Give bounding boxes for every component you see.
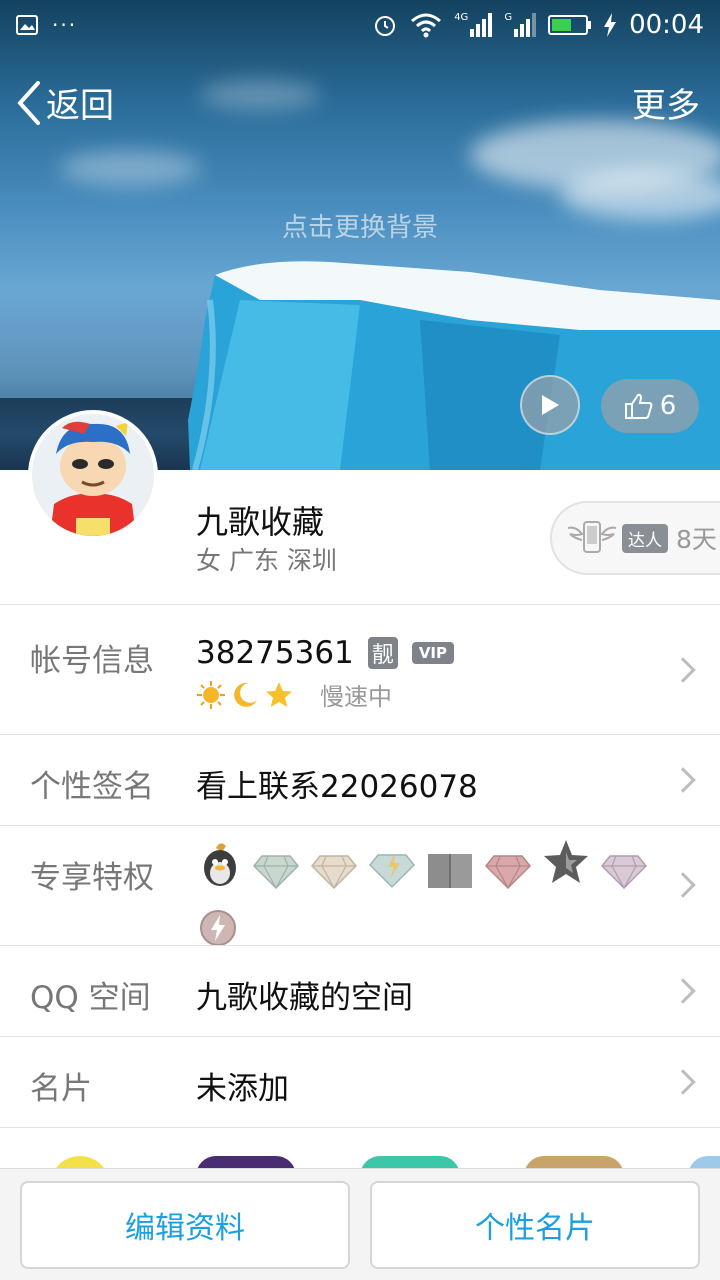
qzone-label: QQ 空间 [30, 980, 151, 1016]
thumbs-up-icon [624, 393, 653, 419]
bottom-action-bar: 编辑资料 个性名片 [0, 1168, 720, 1280]
image-notification-icon [16, 15, 38, 35]
diamond-purple-icon [600, 855, 648, 890]
diamond-lightning-icon [368, 853, 416, 889]
speed-status: 慢速中 [320, 683, 392, 711]
more-button[interactable]: 更多 [632, 78, 700, 127]
winged-phone-icon [567, 521, 617, 553]
book-icon [428, 854, 472, 888]
diamond-pink-icon [484, 855, 532, 890]
status-time: 00:04 [629, 10, 704, 40]
chevron-left-icon [17, 80, 40, 125]
chevron-right-icon [670, 978, 696, 1004]
play-icon [542, 395, 559, 415]
change-background-hint[interactable]: 点击更换背景 [0, 207, 720, 244]
signal-icon-sim2: G [504, 13, 537, 37]
chevron-right-icon [670, 657, 696, 683]
signature-label: 个性签名 [30, 769, 154, 805]
avatar-cartoon-image [32, 414, 154, 536]
signature-row[interactable]: 个性签名 看上联系22026078 [0, 734, 720, 825]
chevron-right-icon [670, 872, 696, 898]
sun-icon [197, 680, 225, 709]
play-button[interactable] [520, 375, 580, 435]
moon-icon [234, 682, 257, 707]
back-label: 返回 [46, 86, 114, 126]
talent-badge-button[interactable]: 达人 8天 [550, 501, 720, 575]
liang-badge: 靓 [367, 637, 398, 669]
privileges-row[interactable]: 专享特权 [0, 825, 720, 946]
alarm-icon [375, 16, 396, 36]
chevron-right-icon [670, 767, 696, 793]
talent-label: 达人 [622, 523, 668, 553]
charging-icon [604, 13, 617, 37]
diamond-green-icon [252, 855, 300, 890]
talent-days: 8天 [676, 525, 717, 554]
personal-card-button[interactable]: 个性名片 [370, 1181, 700, 1269]
more-notifications-icon: ··· [52, 13, 78, 37]
like-button[interactable]: 6 [601, 379, 699, 433]
avatar[interactable] [28, 410, 158, 540]
star-icon [266, 681, 292, 707]
diamond-beige-icon [310, 855, 358, 890]
account-info-label: 帐号信息 [30, 643, 154, 679]
apps-row [0, 1127, 720, 1171]
qzone-value: 九歌收藏的空间 [196, 980, 413, 1016]
qq-number: 38275361 [196, 635, 354, 671]
profile-background[interactable]: ··· 4G G 00:04 返回 更多 点击更换背景 6 [0, 0, 720, 470]
like-count: 6 [659, 391, 677, 421]
back-button[interactable]: 返回 [16, 78, 114, 127]
privileges-label: 专享特权 [30, 860, 154, 896]
nickname: 九歌收藏 [196, 503, 325, 541]
account-info-value: 38275361 靓 VIP [196, 635, 454, 671]
edit-profile-button[interactable]: 编辑资料 [20, 1181, 350, 1269]
business-card-value: 未添加 [196, 1071, 289, 1107]
signature-value: 看上联系22026078 [196, 769, 478, 805]
signal-icon-sim1: 4G [454, 13, 493, 37]
vip-badge: VIP [411, 642, 454, 664]
chevron-right-icon [670, 1069, 696, 1095]
lightning-headphone-icon [200, 910, 236, 946]
qzone-row[interactable]: QQ 空间 九歌收藏的空间 [0, 945, 720, 1036]
gender-location: 女 广东 深圳 [196, 546, 337, 575]
business-card-label: 名片 [30, 1071, 92, 1107]
top-nav: 返回 更多 [0, 70, 720, 132]
account-info-row[interactable]: 帐号信息 38275361 靓 VIP 慢速中 [0, 604, 720, 734]
battery-icon [548, 15, 592, 35]
status-bar: ··· 4G G 00:04 [0, 0, 720, 50]
wifi-icon [411, 13, 442, 38]
star-badge-icon [544, 840, 588, 883]
qq-penguin-icon [204, 843, 236, 886]
level-icons: 慢速中 [196, 677, 392, 712]
business-card-row[interactable]: 名片 未添加 [0, 1036, 720, 1127]
